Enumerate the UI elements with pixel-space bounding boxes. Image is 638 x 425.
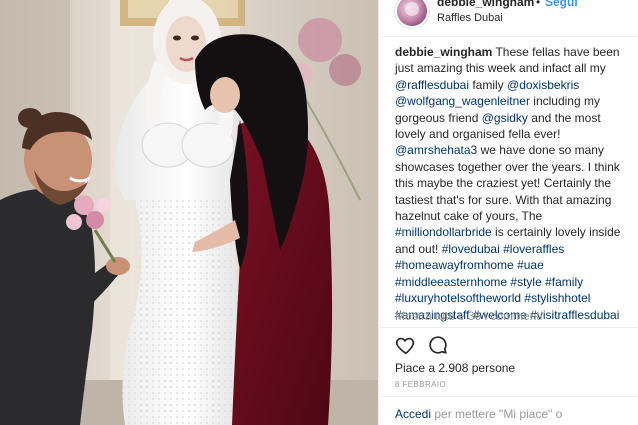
hashtag-link[interactable]: #visitrafflesdubai — [530, 308, 619, 322]
username-link[interactable]: debbie_wingham — [437, 0, 534, 9]
comment-button[interactable] — [427, 334, 449, 356]
separator-dot: • — [536, 0, 541, 9]
avatar[interactable] — [395, 0, 429, 28]
mention-link[interactable]: @amrshehata3 — [395, 143, 477, 157]
hashtag-link[interactable]: #loveraffles — [503, 242, 564, 256]
mention-link[interactable]: @gsidky — [482, 111, 528, 125]
mention-link[interactable]: @wolfgang_wagenleitner — [395, 94, 530, 108]
hashtag-link[interactable]: #lovedubai — [442, 242, 500, 256]
hashtag-link[interactable]: #family — [545, 275, 583, 289]
mention-link[interactable]: @rafflesdubai — [395, 78, 469, 92]
hashtag-link[interactable]: #stylishhotel — [524, 291, 590, 305]
likes-count[interactable]: Piace a 2.908 persone — [395, 361, 515, 375]
comment-bubble-icon — [429, 336, 447, 354]
hashtag-link[interactable]: #luxuryhotelsoftheworld — [395, 291, 521, 305]
divider — [379, 327, 638, 328]
login-prompt: Accedi per mettere "Mi piace" o — [395, 407, 562, 421]
post-caption: debbie_wingham These fellas have been ju… — [395, 44, 633, 323]
post-header: debbie_wingham • Segui Raffles Dubai — [379, 0, 638, 36]
heart-icon — [395, 337, 415, 355]
post-date: 8 FEBBRAIO — [395, 380, 447, 389]
caption-author-link[interactable]: debbie_wingham — [395, 45, 492, 59]
like-button[interactable] — [395, 334, 417, 356]
hashtag-link[interactable]: #style — [510, 275, 541, 289]
hashtag-link[interactable]: #homeawayfromhome — [395, 258, 514, 272]
mention-link[interactable]: @doxisbekris — [507, 78, 579, 92]
divider — [379, 36, 638, 37]
post-side-panel: debbie_wingham • Segui Raffles Dubai deb… — [378, 0, 638, 425]
post-photo — [0, 0, 378, 425]
caption-body: These fellas have been just amazing this… — [395, 45, 620, 322]
caption-text: family — [469, 77, 508, 92]
hashtag-link[interactable]: #uae — [517, 258, 544, 272]
divider — [379, 396, 638, 397]
location-link[interactable]: Raffles Dubai — [437, 12, 503, 24]
follow-button[interactable]: Segui — [545, 0, 578, 9]
login-prompt-text: per mettere "Mi piace" o — [431, 407, 563, 421]
hashtag-link[interactable]: #milliondollarbride — [395, 225, 492, 239]
login-link[interactable]: Accedi — [395, 407, 431, 421]
view-all-comments-link[interactable]: Mostra tutti e 36 i commenti — [395, 309, 542, 323]
hashtag-link[interactable]: #middleeasternhome — [395, 275, 507, 289]
